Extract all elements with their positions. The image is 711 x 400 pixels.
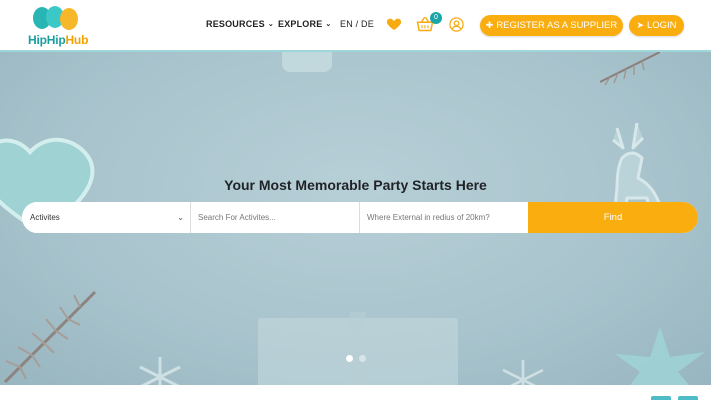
hero-banner: Your Most Memorable Party Starts Here Ac… bbox=[0, 52, 711, 385]
register-supplier-label: REGISTER AS A SUPPLIER bbox=[496, 20, 618, 31]
gift-ribbon-decoration bbox=[350, 312, 366, 385]
activities-search-input[interactable] bbox=[191, 202, 360, 233]
site-header: HipHipHub RESOURCES ⌄ EXPLORE ⌄ EN / DE 0 … bbox=[0, 0, 711, 52]
chevron-down-icon: ⌄ bbox=[267, 21, 274, 28]
slider-dot[interactable] bbox=[359, 355, 366, 362]
category-select[interactable]: Activites ⌄ bbox=[22, 202, 191, 233]
nav-explore[interactable]: EXPLORE ⌄ bbox=[278, 19, 332, 29]
slider-dot-active[interactable] bbox=[346, 355, 353, 362]
heart-icon[interactable] bbox=[386, 16, 402, 32]
category-select-value: Activites bbox=[30, 213, 60, 222]
register-supplier-button[interactable]: ✚ REGISTER AS A SUPPLIER bbox=[480, 15, 623, 36]
carousel-next-button[interactable] bbox=[678, 396, 698, 400]
logo-text: HipHipHub bbox=[28, 33, 88, 47]
nav-explore-label: EXPLORE bbox=[278, 19, 323, 29]
snowflake-decoration bbox=[139, 357, 181, 385]
carousel-prev-button[interactable] bbox=[651, 396, 671, 400]
ornament-decoration bbox=[282, 52, 332, 72]
location-search-input[interactable] bbox=[360, 202, 528, 233]
user-icon[interactable] bbox=[449, 17, 464, 32]
hiphiphub-logo[interactable]: HipHipHub bbox=[28, 6, 88, 48]
sign-in-icon: ➤ bbox=[636, 20, 644, 30]
pine-branch-decoration bbox=[600, 52, 660, 86]
nav-resources-label: RESOURCES bbox=[206, 19, 265, 29]
chevron-down-icon: ⌄ bbox=[325, 21, 332, 28]
logo-text-hub: Hub bbox=[65, 33, 89, 47]
search-bar: Activites ⌄ Find bbox=[22, 202, 698, 233]
logo-text-hip: HipHip bbox=[28, 33, 66, 47]
find-button[interactable]: Find bbox=[528, 202, 698, 233]
content-section-top bbox=[0, 385, 711, 400]
user-plus-icon: ✚ bbox=[485, 20, 494, 30]
pine-branch-decoration bbox=[3, 290, 97, 384]
login-button[interactable]: ➤ LOGIN bbox=[629, 15, 684, 36]
nav-resources[interactable]: RESOURCES ⌄ bbox=[206, 19, 274, 29]
star-decoration bbox=[615, 327, 705, 385]
hero-title: Your Most Memorable Party Starts Here bbox=[224, 177, 487, 193]
cart-count-badge: 0 bbox=[430, 12, 442, 24]
snowflake-decoration bbox=[502, 360, 544, 385]
balloon-icon bbox=[60, 8, 78, 30]
language-switch[interactable]: EN / DE bbox=[340, 19, 374, 29]
slider-dots bbox=[346, 355, 366, 362]
chevron-down-icon: ⌄ bbox=[177, 213, 184, 222]
login-label: LOGIN bbox=[646, 20, 677, 31]
